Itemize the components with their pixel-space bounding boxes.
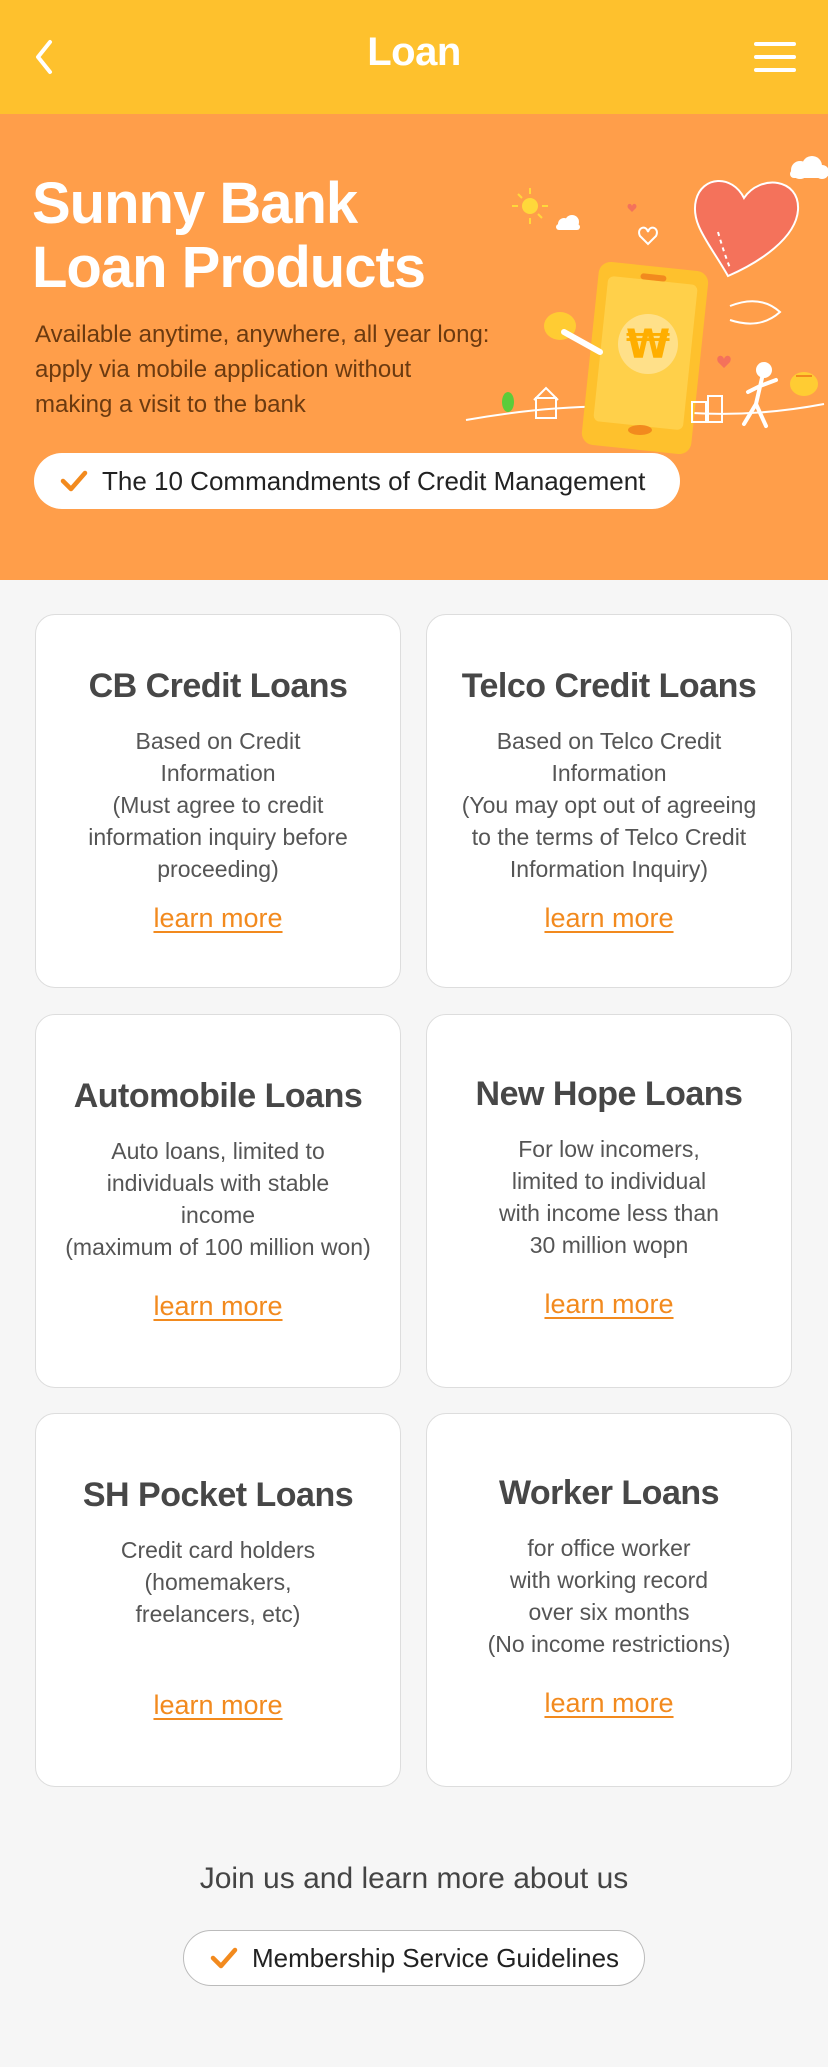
learn-more-link[interactable]: learn more	[427, 1688, 791, 1719]
card-desc-line: Information	[160, 760, 276, 786]
card-desc-line: with working record	[509, 1567, 709, 1593]
card-desc-line: individuals with stable	[106, 1170, 330, 1196]
product-card-automobile[interactable]: Automobile Loans Auto loans, limited to …	[35, 1014, 401, 1388]
card-desc-line: (maximum of 100 million won)	[65, 1234, 371, 1260]
card-desc-line: Auto loans, limited to	[111, 1138, 325, 1164]
checkmark-icon	[60, 470, 88, 492]
card-desc-line: income	[180, 1202, 256, 1228]
card-description: For low incomers, limited to individual …	[437, 1133, 781, 1261]
card-desc-line: information inquiry before	[88, 824, 348, 850]
learn-more-link[interactable]: learn more	[36, 1291, 400, 1322]
card-title: Automobile Loans	[73, 1077, 363, 1115]
product-card-new-hope[interactable]: New Hope Loans For low incomers, limited…	[426, 1014, 792, 1388]
small-cloud-icon	[556, 215, 580, 230]
learn-more-link[interactable]: learn more	[427, 1289, 791, 1320]
hero-title-line2: Loan Products	[32, 235, 426, 300]
city-skyline-icon	[691, 395, 723, 423]
membership-guidelines-label: Membership Service Guidelines	[252, 1942, 620, 1973]
card-desc-line: (Must agree to credit	[112, 792, 324, 818]
sun-icon	[512, 188, 548, 224]
tree-icon	[502, 392, 514, 412]
page-title: Loan	[367, 30, 461, 74]
card-desc-line: (No income restrictions)	[487, 1631, 731, 1657]
heart-icon	[693, 180, 800, 278]
card-desc-line: For low incomers,	[518, 1136, 700, 1162]
card-title: Telco Credit Loans	[461, 667, 757, 705]
card-description: Auto loans, limited to individuals with …	[46, 1135, 390, 1263]
join-us-text: Join us and learn more about us	[199, 1862, 629, 1895]
card-desc-line: Based on Telco Credit	[496, 728, 722, 754]
learn-more-link[interactable]: learn more	[36, 1690, 400, 1721]
card-desc-line: (You may opt out of agreeing	[461, 792, 757, 818]
card-desc-line: Information Inquiry)	[509, 856, 709, 882]
learn-more-link[interactable]: learn more	[427, 903, 791, 934]
card-desc-line: (homemakers,	[144, 1569, 292, 1595]
card-desc-line: freelancers, etc)	[135, 1601, 301, 1627]
card-desc-line: limited to individual	[511, 1168, 707, 1194]
cloud-icon	[790, 156, 828, 179]
card-title: Worker Loans	[498, 1474, 720, 1512]
top-bar: Loan	[0, 0, 828, 114]
phone-heart-illustration: ₩	[465, 156, 828, 454]
card-description: Based on Telco Credit Information (You m…	[437, 725, 781, 885]
hero-title: Sunny Bank Loan Products	[32, 171, 426, 300]
hero-title-line1: Sunny Bank	[32, 171, 358, 236]
learn-more-link[interactable]: learn more	[36, 903, 400, 934]
card-title: CB Credit Loans	[88, 667, 348, 705]
hero-banner: Sunny Bank Loan Products Available anyti…	[0, 114, 828, 580]
hamburger-menu-icon[interactable]	[754, 40, 796, 74]
checkmark-icon	[210, 1947, 238, 1969]
product-card-cb-credit[interactable]: CB Credit Loans Based on Credit Informat…	[35, 614, 401, 988]
credit-commandments-label: The 10 Commandments of Credit Management	[102, 465, 646, 496]
card-description: Credit card holders (homemakers, freelan…	[46, 1534, 390, 1630]
phone-icon: ₩	[581, 261, 709, 454]
card-desc-line: 30 million wopn	[529, 1232, 689, 1258]
credit-commandments-button[interactable]: The 10 Commandments of Credit Management	[34, 453, 680, 509]
card-desc-line: with income less than	[499, 1200, 719, 1226]
card-title: New Hope Loans	[475, 1075, 743, 1113]
card-desc-line: proceeding)	[157, 856, 279, 882]
card-desc-line: to the terms of Telco Credit	[471, 824, 747, 850]
card-desc-line: Information	[551, 760, 667, 786]
money-bag-icon-small	[790, 372, 818, 396]
person-icon	[742, 362, 778, 428]
card-description: for office worker with working record ov…	[437, 1532, 781, 1660]
product-card-sh-pocket[interactable]: SH Pocket Loans Credit card holders (hom…	[35, 1413, 401, 1787]
card-desc-line: Credit card holders	[120, 1537, 316, 1563]
product-card-worker[interactable]: Worker Loans for office worker with work…	[426, 1413, 792, 1787]
won-coin-symbol: ₩	[626, 322, 670, 368]
product-card-telco-credit[interactable]: Telco Credit Loans Based on Telco Credit…	[426, 614, 792, 988]
card-desc-line: for office worker	[527, 1535, 691, 1561]
card-desc-line: Based on Credit	[135, 728, 301, 754]
membership-guidelines-button[interactable]: Membership Service Guidelines	[183, 1930, 645, 1986]
money-bag-icon	[544, 312, 603, 355]
house-icon	[533, 386, 559, 419]
card-title: SH Pocket Loans	[82, 1476, 354, 1514]
card-desc-line: over six months	[528, 1599, 690, 1625]
card-description: Based on Credit Information (Must agree …	[46, 725, 390, 885]
